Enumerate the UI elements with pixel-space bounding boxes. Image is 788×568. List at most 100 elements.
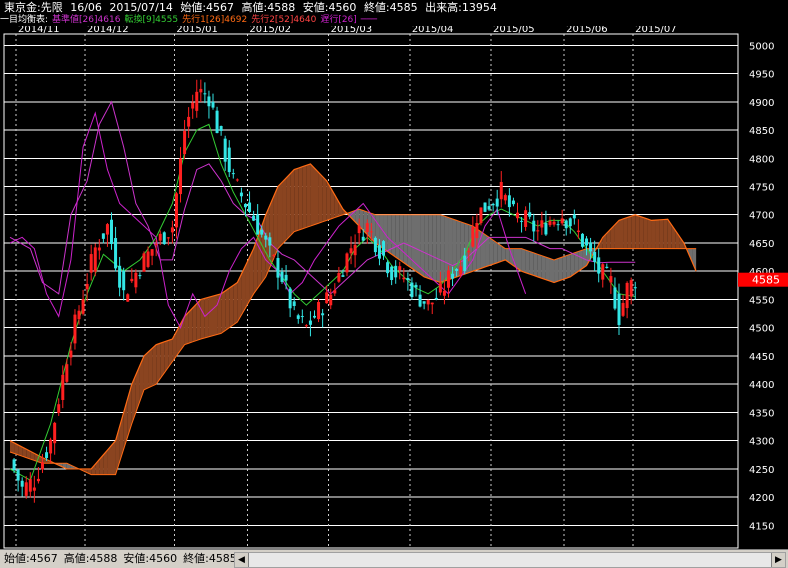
arrow-left-icon[interactable]: ◀ [235,553,249,567]
axes-layer: 5000495049004850480047504700465046004550… [3,26,788,549]
cloud-segment [213,294,218,336]
candle-body [463,255,467,272]
cloud-segment [233,282,238,325]
candle-body [601,264,605,280]
cloud-segment [545,257,550,282]
candle-body [572,214,576,219]
candle-body [544,223,548,235]
candle-body [524,210,528,227]
candle-body [386,262,390,274]
candle-body [235,179,239,181]
cloud-segment [631,214,636,249]
candle-body [69,350,73,358]
y-tick-label: 4850 [749,126,774,137]
candle-body [85,283,89,290]
candle-body [605,266,609,268]
candle-body [187,116,191,127]
cloud-segment [395,214,400,260]
cloud-segment [225,288,230,331]
candle-body [516,212,519,219]
candle-body [174,193,178,228]
candle-body [479,207,483,224]
candle-body [264,235,268,240]
bottom-values: 始値:4567 高値:4588 安値:4560 終値:4585 [4,550,243,567]
y-tick-label: 4950 [749,70,774,81]
cloud-segment [277,182,283,249]
cloud-segment [578,250,583,272]
candle-body [142,253,146,272]
candle-body [191,102,195,109]
candle-body [93,247,97,272]
candle-body [16,469,20,481]
candle-body [195,91,199,111]
cloud-segment [188,307,193,344]
cloud-segment [440,214,445,283]
date-label: 2015/07/14 [109,1,173,14]
candle-body [219,126,223,131]
arrow-right-icon[interactable]: ▶ [771,553,785,567]
y-tick-label: 5000 [749,41,774,52]
candle-body [239,192,243,197]
candle-body [333,290,337,294]
cloud-segment [533,252,538,277]
cloud-segment [436,214,441,283]
price-chart[interactable]: 5000495049004850480047504700465046004550… [0,26,788,549]
candle-body [57,404,61,413]
candle-body [101,233,105,239]
candle-body [81,299,85,314]
y-tick-label: 4150 [749,521,774,532]
candle-body [459,266,463,275]
candle-body [406,278,410,280]
candle-body [369,231,373,233]
candle-body [451,273,455,279]
candle-body [215,110,219,134]
cloud-segment [537,254,542,279]
cloud-segment [318,172,323,224]
y-tick-label: 4550 [749,295,774,306]
candle-body [625,282,629,309]
legend-kijun: 基準値[26]4616 [52,15,121,25]
y-tick-label: 4650 [749,239,774,250]
candle-body [32,487,36,491]
candle-body [130,278,134,282]
candle-body [402,277,406,280]
candle-body [207,96,211,107]
candle-body [548,221,552,226]
cloud-segment [627,216,632,249]
cloud-segment [143,352,149,390]
candle-body [89,254,93,273]
candle-body [288,288,292,309]
candle-body [560,218,564,224]
cloud-segment [651,220,656,249]
candle-body [122,270,126,291]
legend-tenkan: 転換[9]4555 [124,15,179,25]
cloud-segment [148,348,153,388]
candle-body [114,238,118,269]
candle-body [304,325,308,327]
cloud-segment [639,216,644,249]
horizontal-scrollbar[interactable]: ◀ ▶ [234,552,786,568]
cloud-segment [282,178,287,245]
y-tick-label: 4800 [749,154,774,165]
candle-body [280,271,284,282]
cloud-segment [152,344,157,387]
volume-label: 出来高:13954 [425,1,497,14]
candle-body [483,202,487,212]
candle-body [28,479,32,492]
candle-body [576,230,580,233]
candle-body [243,203,247,208]
candle-body [349,248,353,254]
cloud-segment [286,173,291,241]
cloud-segment [306,163,311,228]
candle-body [211,101,215,108]
candle-body [430,302,434,305]
candle-body [138,275,142,277]
senkou1-line [9,163,697,470]
candle-body [552,221,556,225]
status-bar: 始値:4567 高値:4588 安値:4560 終値:4585 ◀ ▶ [0,549,788,568]
candle-body [227,147,231,173]
candle-body [308,320,312,325]
cloud-segment [541,255,546,280]
candle-body [65,364,69,382]
candle-body [158,233,162,241]
